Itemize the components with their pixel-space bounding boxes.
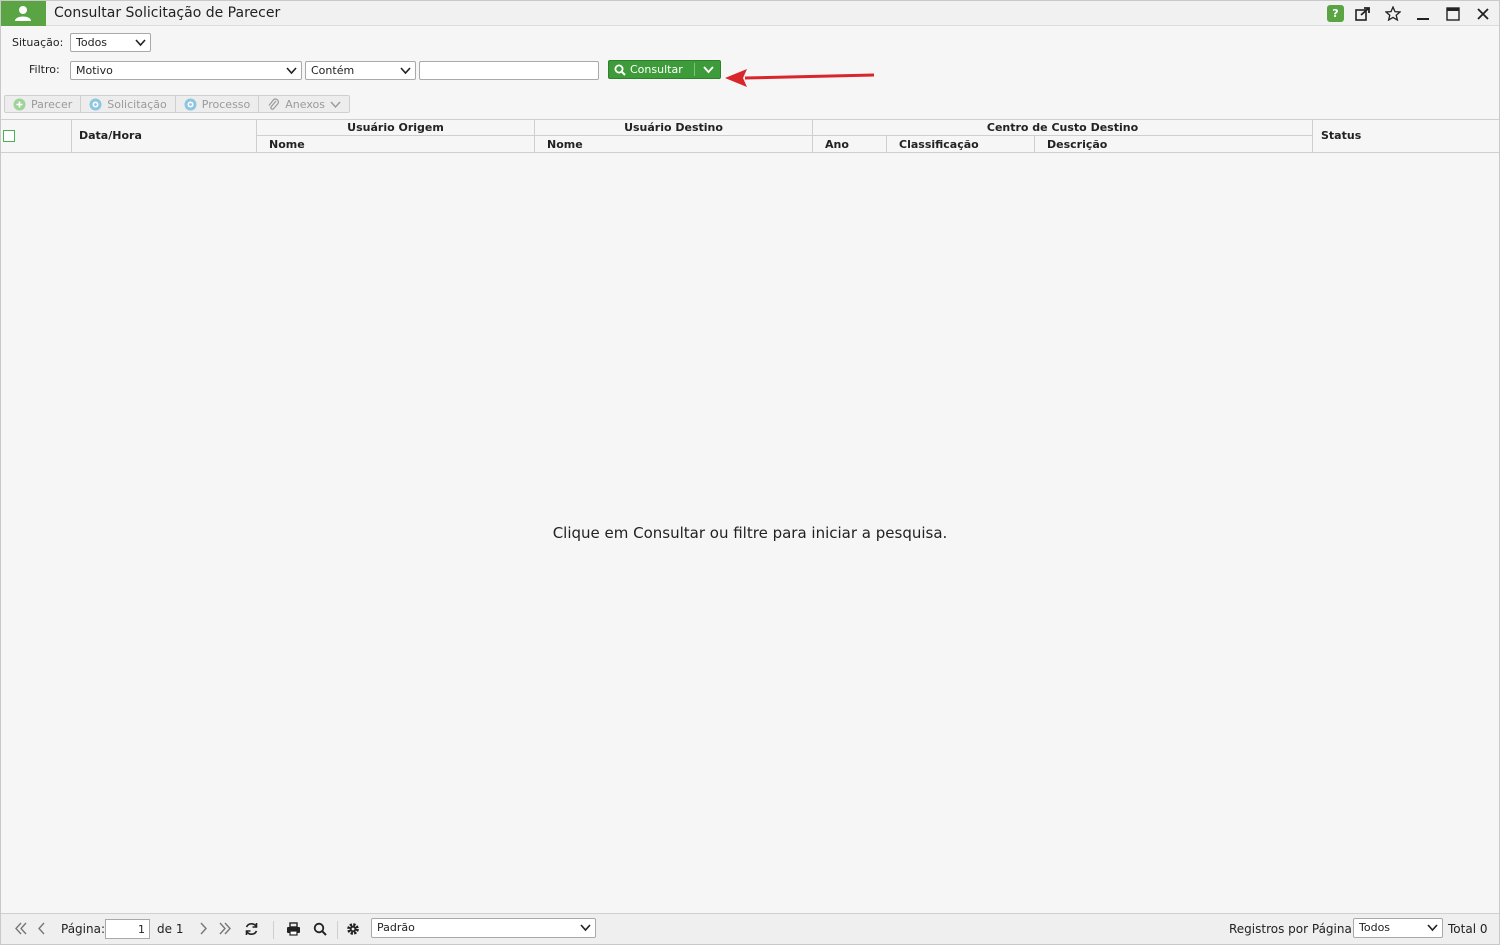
group-usuario-destino: Usuário Destino <box>624 121 723 134</box>
favorite-button[interactable] <box>1383 4 1403 23</box>
col-data-hora[interactable]: Data/Hora <box>79 129 142 142</box>
action-toolbar: Parecer Solicitação Processo Anexos <box>4 95 350 113</box>
consultar-main[interactable]: Consultar <box>609 61 693 78</box>
parecer-label: Parecer <box>31 97 73 111</box>
close-icon <box>1477 7 1489 20</box>
situacao-select[interactable]: Todos <box>70 33 151 52</box>
consultar-button[interactable]: Consultar <box>608 60 721 79</box>
chevron-down-icon <box>286 67 297 75</box>
filter-operator-select[interactable]: Contém <box>305 61 416 80</box>
registros-label: Registros por Página: <box>1229 922 1356 936</box>
chevron-down-icon <box>702 66 714 74</box>
group-centro-custo: Centro de Custo Destino <box>986 121 1139 134</box>
window-title: Consultar Solicitação de Parecer <box>54 5 281 21</box>
chevron-down-icon <box>580 924 591 932</box>
situacao-label: Situação: <box>12 36 64 49</box>
maximize-icon <box>1446 6 1460 21</box>
paperclip-icon <box>268 97 280 110</box>
title-bar: Consultar Solicitação de Parecer ? <box>1 1 1499 26</box>
app-window: Consultar Solicitação de Parecer ? Situa… <box>0 0 1500 945</box>
total-count: Total 0 <box>1448 922 1488 936</box>
col-status[interactable]: Status <box>1321 129 1361 142</box>
help-button[interactable]: ? <box>1327 5 1344 22</box>
last-page-icon[interactable] <box>218 922 232 935</box>
annotation-arrow-icon <box>725 69 875 87</box>
filter-operator-value: Contém <box>311 64 355 77</box>
next-page-icon[interactable] <box>198 922 208 935</box>
page-number-input[interactable]: 1 <box>105 919 150 939</box>
maximize-button[interactable] <box>1443 4 1463 23</box>
col-classificacao[interactable]: Classificação <box>899 138 979 151</box>
consultar-dropdown[interactable] <box>696 61 720 78</box>
processo-button[interactable]: Processo <box>176 96 260 112</box>
pagina-label: Página: <box>61 922 106 936</box>
solicitacao-button[interactable]: Solicitação <box>81 96 176 112</box>
previous-page-icon[interactable] <box>37 922 47 935</box>
chevron-down-icon <box>400 67 411 75</box>
registros-value: Todos <box>1359 921 1391 934</box>
gear-icon[interactable] <box>346 922 360 936</box>
pager-bar: Página: 1 de 1 Padrão Registros por Pági… <box>1 913 1499 944</box>
layout-select[interactable]: Padrão <box>371 918 596 938</box>
col-ano[interactable]: Ano <box>825 138 849 151</box>
empty-grid-message: Clique em Consultar ou filtre para inici… <box>552 524 948 542</box>
search-icon <box>614 64 626 76</box>
close-button[interactable] <box>1473 4 1493 23</box>
select-all-checkbox[interactable] <box>3 130 15 142</box>
chevron-down-icon <box>1427 924 1438 932</box>
user-icon <box>15 6 31 21</box>
parecer-button[interactable]: Parecer <box>5 96 82 112</box>
filter-search-input[interactable] <box>419 61 599 80</box>
solicitacao-label: Solicitação <box>107 97 167 111</box>
grid-header: Data/Hora Usuário Origem Usuário Destino… <box>1 119 1499 153</box>
col-descricao[interactable]: Descrição <box>1047 138 1107 151</box>
minimize-icon <box>1417 17 1429 20</box>
refresh-icon[interactable] <box>244 922 259 936</box>
eye-icon <box>89 98 102 110</box>
chevron-down-icon <box>330 101 341 108</box>
first-page-icon[interactable] <box>14 922 28 935</box>
share-button[interactable] <box>1353 4 1373 23</box>
share-icon <box>1355 7 1370 21</box>
processo-label: Processo <box>201 97 251 111</box>
chevron-down-icon <box>135 39 146 47</box>
star-icon <box>1385 6 1401 21</box>
filter-field-select[interactable]: Motivo <box>70 61 302 80</box>
filtro-label: Filtro: <box>29 63 60 76</box>
group-usuario-origem: Usuário Origem <box>347 121 444 134</box>
col-nome-origem[interactable]: Nome <box>269 138 305 151</box>
layout-value: Padrão <box>377 921 415 934</box>
print-icon[interactable] <box>286 922 301 936</box>
col-nome-destino[interactable]: Nome <box>547 138 583 151</box>
anexos-button[interactable]: Anexos <box>259 96 349 112</box>
anexos-label: Anexos <box>285 97 325 111</box>
situacao-value: Todos <box>76 36 108 49</box>
eye-icon <box>184 98 197 110</box>
consultar-label: Consultar <box>630 63 683 76</box>
user-icon-box <box>1 1 46 26</box>
plus-circle-icon <box>13 98 26 110</box>
registros-select[interactable]: Todos <box>1353 918 1443 938</box>
page-count: de 1 <box>157 922 184 936</box>
minimize-button[interactable] <box>1413 4 1433 23</box>
filter-field-value: Motivo <box>76 64 113 77</box>
search-icon[interactable] <box>313 922 327 936</box>
